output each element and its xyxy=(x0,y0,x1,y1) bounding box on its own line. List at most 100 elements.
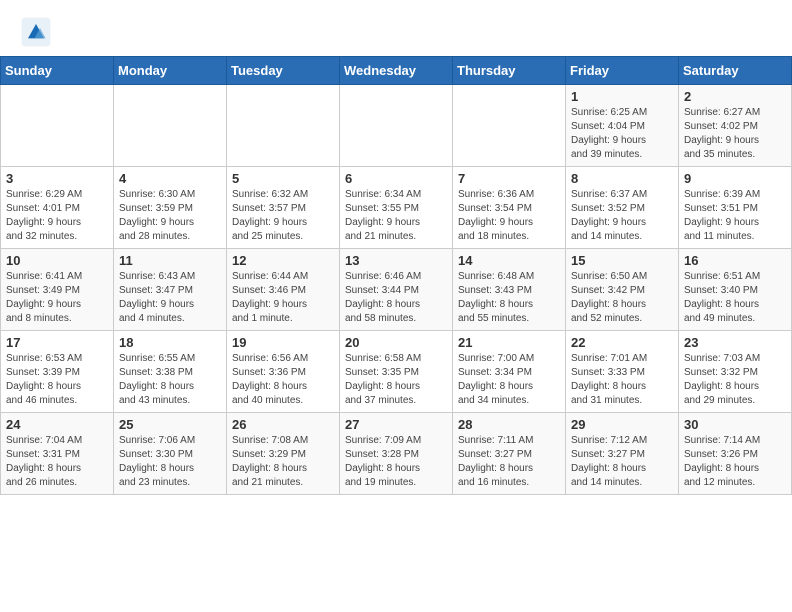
day-info: Sunrise: 6:34 AM Sunset: 3:55 PM Dayligh… xyxy=(345,188,447,244)
calendar-week-row: 24 Sunrise: 7:04 AM Sunset: 3:31 PM Dayli… xyxy=(1,413,792,495)
day-info: Sunrise: 6:27 AM Sunset: 4:02 PM Dayligh… xyxy=(684,106,786,162)
calendar-cell: 6 Sunrise: 6:34 AM Sunset: 3:55 PM Daylig… xyxy=(340,167,453,249)
calendar-cell: 28 Sunrise: 7:11 AM Sunset: 3:27 PM Dayli… xyxy=(453,413,566,495)
day-info: Sunrise: 6:30 AM Sunset: 3:59 PM Dayligh… xyxy=(119,188,221,244)
calendar-cell: 26Sunrise: 7:08 AM Sunset: 3:29 PM Dayli… xyxy=(227,413,340,495)
day-number: 14 xyxy=(458,253,560,268)
day-number: 13 xyxy=(345,253,447,268)
day-info: Sunrise: 6:43 AM Sunset: 3:47 PM Dayligh… xyxy=(119,270,221,326)
calendar-cell: 27 Sunrise: 7:09 AM Sunset: 3:28 PM Dayli… xyxy=(340,413,453,495)
day-number: 7 xyxy=(458,171,560,186)
day-number: 18 xyxy=(119,335,221,350)
calendar-cell: 9Sunrise: 6:39 AM Sunset: 3:51 PM Daylig… xyxy=(679,167,792,249)
calendar-week-row: 10 Sunrise: 6:41 AM Sunset: 3:49 PM Dayli… xyxy=(1,249,792,331)
day-number: 24 xyxy=(6,417,108,432)
day-number: 23 xyxy=(684,335,786,350)
calendar-cell xyxy=(453,85,566,167)
calendar-table: SundayMondayTuesdayWednesdayThursdayFrid… xyxy=(0,56,792,495)
calendar-cell: 16Sunrise: 6:51 AM Sunset: 3:40 PM Dayli… xyxy=(679,249,792,331)
calendar-week-row: 1 Sunrise: 6:25 AM Sunset: 4:04 PM Daylig… xyxy=(1,85,792,167)
calendar-cell: 14 Sunrise: 6:48 AM Sunset: 3:43 PM Dayli… xyxy=(453,249,566,331)
calendar-cell xyxy=(114,85,227,167)
day-info: Sunrise: 6:32 AM Sunset: 3:57 PM Dayligh… xyxy=(232,188,334,244)
weekday-header: Monday xyxy=(114,57,227,85)
day-info: Sunrise: 6:55 AM Sunset: 3:38 PM Dayligh… xyxy=(119,352,221,408)
calendar-cell xyxy=(340,85,453,167)
calendar-cell: 25 Sunrise: 7:06 AM Sunset: 3:30 PM Dayli… xyxy=(114,413,227,495)
day-number: 22 xyxy=(571,335,673,350)
day-number: 2 xyxy=(684,89,786,104)
day-info: Sunrise: 6:29 AM Sunset: 4:01 PM Dayligh… xyxy=(6,188,108,244)
day-info: Sunrise: 6:36 AM Sunset: 3:54 PM Dayligh… xyxy=(458,188,560,244)
logo xyxy=(20,16,56,48)
day-info: Sunrise: 6:37 AM Sunset: 3:52 PM Dayligh… xyxy=(571,188,673,244)
day-number: 10 xyxy=(6,253,108,268)
weekday-header: Sunday xyxy=(1,57,114,85)
day-info: Sunrise: 7:12 AM Sunset: 3:27 PM Dayligh… xyxy=(571,434,673,490)
weekday-header: Thursday xyxy=(453,57,566,85)
calendar-cell: 10 Sunrise: 6:41 AM Sunset: 3:49 PM Dayli… xyxy=(1,249,114,331)
day-number: 28 xyxy=(458,417,560,432)
day-number: 3 xyxy=(6,171,108,186)
calendar-cell: 7 Sunrise: 6:36 AM Sunset: 3:54 PM Daylig… xyxy=(453,167,566,249)
calendar-week-row: 3 Sunrise: 6:29 AM Sunset: 4:01 PM Daylig… xyxy=(1,167,792,249)
day-number: 19 xyxy=(232,335,334,350)
weekday-header: Tuesday xyxy=(227,57,340,85)
day-info: Sunrise: 6:46 AM Sunset: 3:44 PM Dayligh… xyxy=(345,270,447,326)
calendar-cell xyxy=(1,85,114,167)
calendar-cell: 1 Sunrise: 6:25 AM Sunset: 4:04 PM Daylig… xyxy=(566,85,679,167)
day-number: 12 xyxy=(232,253,334,268)
day-info: Sunrise: 7:03 AM Sunset: 3:32 PM Dayligh… xyxy=(684,352,786,408)
weekday-header: Friday xyxy=(566,57,679,85)
calendar-cell: 2 Sunrise: 6:27 AM Sunset: 4:02 PM Daylig… xyxy=(679,85,792,167)
weekday-header: Saturday xyxy=(679,57,792,85)
calendar-cell: 13 Sunrise: 6:46 AM Sunset: 3:44 PM Dayli… xyxy=(340,249,453,331)
calendar-cell: 22 Sunrise: 7:01 AM Sunset: 3:33 PM Dayli… xyxy=(566,331,679,413)
day-info: Sunrise: 7:11 AM Sunset: 3:27 PM Dayligh… xyxy=(458,434,560,490)
calendar-cell: 17 Sunrise: 6:53 AM Sunset: 3:39 PM Dayli… xyxy=(1,331,114,413)
day-info: Sunrise: 7:04 AM Sunset: 3:31 PM Dayligh… xyxy=(6,434,108,490)
day-number: 16 xyxy=(684,253,786,268)
calendar-cell: 23 Sunrise: 7:03 AM Sunset: 3:32 PM Dayli… xyxy=(679,331,792,413)
page-header xyxy=(0,0,792,56)
calendar-cell: 3 Sunrise: 6:29 AM Sunset: 4:01 PM Daylig… xyxy=(1,167,114,249)
day-number: 27 xyxy=(345,417,447,432)
day-number: 11 xyxy=(119,253,221,268)
day-number: 6 xyxy=(345,171,447,186)
day-info: Sunrise: 6:41 AM Sunset: 3:49 PM Dayligh… xyxy=(6,270,108,326)
calendar-cell: 20Sunrise: 6:58 AM Sunset: 3:35 PM Dayli… xyxy=(340,331,453,413)
calendar-cell: 18 Sunrise: 6:55 AM Sunset: 3:38 PM Dayli… xyxy=(114,331,227,413)
day-info: Sunrise: 6:58 AM Sunset: 3:35 PM Dayligh… xyxy=(345,352,447,408)
calendar-cell xyxy=(227,85,340,167)
day-info: Sunrise: 7:14 AM Sunset: 3:26 PM Dayligh… xyxy=(684,434,786,490)
day-number: 29 xyxy=(571,417,673,432)
calendar-cell: 21Sunrise: 7:00 AM Sunset: 3:34 PM Dayli… xyxy=(453,331,566,413)
day-number: 25 xyxy=(119,417,221,432)
day-info: Sunrise: 6:25 AM Sunset: 4:04 PM Dayligh… xyxy=(571,106,673,162)
day-number: 21 xyxy=(458,335,560,350)
day-number: 30 xyxy=(684,417,786,432)
day-info: Sunrise: 6:50 AM Sunset: 3:42 PM Dayligh… xyxy=(571,270,673,326)
calendar-cell: 5 Sunrise: 6:32 AM Sunset: 3:57 PM Daylig… xyxy=(227,167,340,249)
calendar-cell: 11 Sunrise: 6:43 AM Sunset: 3:47 PM Dayli… xyxy=(114,249,227,331)
day-number: 4 xyxy=(119,171,221,186)
calendar-cell: 24 Sunrise: 7:04 AM Sunset: 3:31 PM Dayli… xyxy=(1,413,114,495)
calendar-cell: 4 Sunrise: 6:30 AM Sunset: 3:59 PM Daylig… xyxy=(114,167,227,249)
day-number: 17 xyxy=(6,335,108,350)
day-number: 8 xyxy=(571,171,673,186)
calendar-cell: 19 Sunrise: 6:56 AM Sunset: 3:36 PM Dayli… xyxy=(227,331,340,413)
day-info: Sunrise: 6:53 AM Sunset: 3:39 PM Dayligh… xyxy=(6,352,108,408)
day-info: Sunrise: 6:48 AM Sunset: 3:43 PM Dayligh… xyxy=(458,270,560,326)
weekday-header: Wednesday xyxy=(340,57,453,85)
logo-icon xyxy=(20,16,52,48)
calendar-week-row: 17 Sunrise: 6:53 AM Sunset: 3:39 PM Dayli… xyxy=(1,331,792,413)
calendar-cell: 29 Sunrise: 7:12 AM Sunset: 3:27 PM Dayli… xyxy=(566,413,679,495)
calendar-cell: 8 Sunrise: 6:37 AM Sunset: 3:52 PM Daylig… xyxy=(566,167,679,249)
day-info: Sunrise: 6:56 AM Sunset: 3:36 PM Dayligh… xyxy=(232,352,334,408)
day-number: 9 xyxy=(684,171,786,186)
day-info: Sunrise: 7:09 AM Sunset: 3:28 PM Dayligh… xyxy=(345,434,447,490)
day-number: 1 xyxy=(571,89,673,104)
day-info: Sunrise: 7:01 AM Sunset: 3:33 PM Dayligh… xyxy=(571,352,673,408)
day-number: 5 xyxy=(232,171,334,186)
day-info: Sunrise: 7:06 AM Sunset: 3:30 PM Dayligh… xyxy=(119,434,221,490)
